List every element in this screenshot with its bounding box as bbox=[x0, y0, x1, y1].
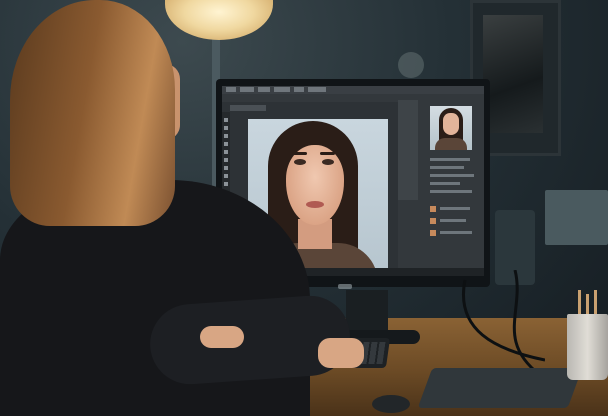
office-photo bbox=[0, 0, 608, 416]
panel-icons-strip bbox=[398, 100, 418, 200]
layer-thumb bbox=[430, 230, 436, 236]
cables bbox=[462, 270, 545, 377]
tablet bbox=[417, 368, 583, 408]
layer-thumb bbox=[430, 218, 436, 224]
layer-thumb bbox=[430, 206, 436, 212]
wall-light bbox=[398, 52, 424, 78]
person bbox=[0, 0, 400, 416]
left-hand bbox=[200, 326, 244, 348]
background-monitor bbox=[545, 190, 608, 245]
person-hair bbox=[10, 0, 175, 226]
navigator-thumbnail bbox=[430, 106, 472, 150]
right-hand bbox=[318, 338, 364, 368]
pencil-cup bbox=[567, 314, 608, 380]
